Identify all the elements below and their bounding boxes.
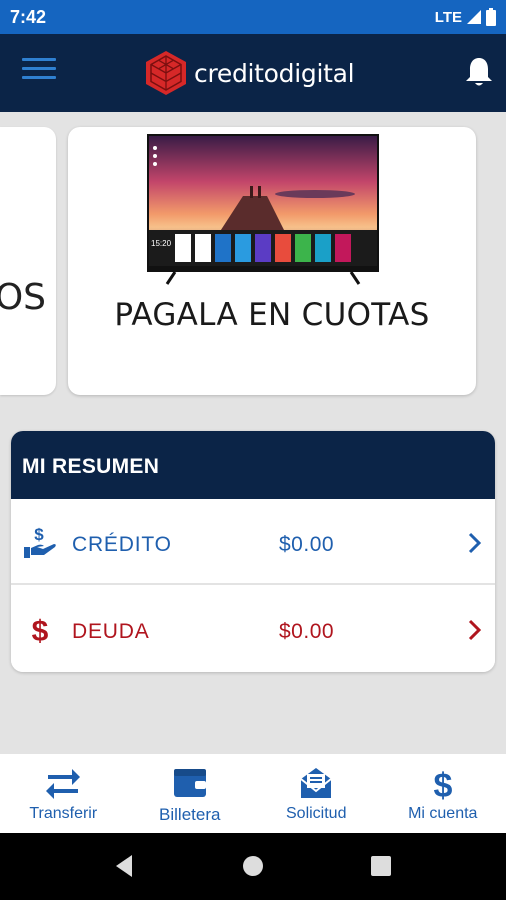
- nav-billetera[interactable]: Billetera: [127, 754, 254, 833]
- battery-icon: [486, 8, 496, 26]
- promo-card[interactable]: 15:20 PAGALA EN CUOTAS: [68, 127, 476, 395]
- logo-text: creditodigital: [194, 58, 355, 88]
- status-indicators: LTE: [435, 8, 496, 26]
- dollar-icon: $: [433, 767, 452, 800]
- debt-label: DEUDA: [72, 620, 150, 643]
- tv-clock: 15:20: [151, 239, 172, 248]
- tv-product-image: 15:20: [147, 134, 379, 285]
- credit-row[interactable]: $ CRÉDITO $0.00: [11, 501, 495, 585]
- credit-value: $0.00: [279, 533, 335, 556]
- dollar-icon: $: [32, 615, 49, 646]
- credit-label: CRÉDITO: [72, 533, 172, 556]
- svg-text:$: $: [433, 767, 452, 800]
- notification-bell-icon[interactable]: [464, 56, 494, 88]
- summary-title: MI RESUMEN: [11, 431, 495, 499]
- svg-text:$: $: [34, 525, 44, 544]
- network-type: LTE: [434, 8, 462, 26]
- promo-card-previous[interactable]: OS: [0, 127, 56, 395]
- chevron-right-icon: [468, 619, 482, 641]
- debt-value: $0.00: [279, 620, 335, 643]
- debt-row[interactable]: $ DEUDA $0.00: [11, 588, 495, 672]
- transfer-arrows-icon: [46, 769, 81, 799]
- app-header: creditodigital: [0, 34, 506, 112]
- nav-solicitud[interactable]: Solicitud: [253, 754, 380, 833]
- system-navigation-bar: [0, 833, 506, 900]
- hand-money-icon: $: [24, 525, 56, 558]
- recents-icon[interactable]: [368, 853, 394, 879]
- nav-mi-cuenta[interactable]: $ Mi cuenta: [380, 754, 506, 833]
- status-bar: 7:42 LTE: [0, 0, 506, 34]
- wallet-icon: [173, 769, 206, 797]
- promo-card-title: PAGALA EN CUOTAS: [114, 297, 430, 333]
- home-icon[interactable]: [240, 853, 266, 879]
- back-icon[interactable]: [112, 853, 138, 879]
- app-logo: creditodigital: [144, 50, 355, 96]
- promo-card-previous-text: OS: [0, 277, 46, 318]
- nav-label-solicitud: Solicitud: [286, 805, 347, 822]
- summary-card: MI RESUMEN $ CRÉDITO $0.00 $ DEUDA $0.00: [11, 431, 495, 672]
- chevron-right-icon: [468, 532, 482, 554]
- promo-carousel[interactable]: OS 15:20 PAGALA EN CUOTAS: [0, 112, 506, 412]
- nav-label-mi-cuenta: Mi cuenta: [408, 805, 478, 822]
- logo-mark-icon: [146, 51, 186, 95]
- signal-icon: [467, 10, 481, 24]
- nav-transferir[interactable]: Transferir: [0, 754, 127, 833]
- nav-label-transferir: Transferir: [29, 805, 98, 822]
- envelope-form-icon: [300, 768, 332, 798]
- bottom-navigation: Transferir Billetera Solicitud $ Mi cuen…: [0, 754, 506, 833]
- svg-text:$: $: [32, 615, 49, 646]
- status-time: 7:42: [10, 7, 47, 27]
- menu-icon[interactable]: [22, 58, 56, 88]
- nav-label-billetera: Billetera: [159, 805, 221, 824]
